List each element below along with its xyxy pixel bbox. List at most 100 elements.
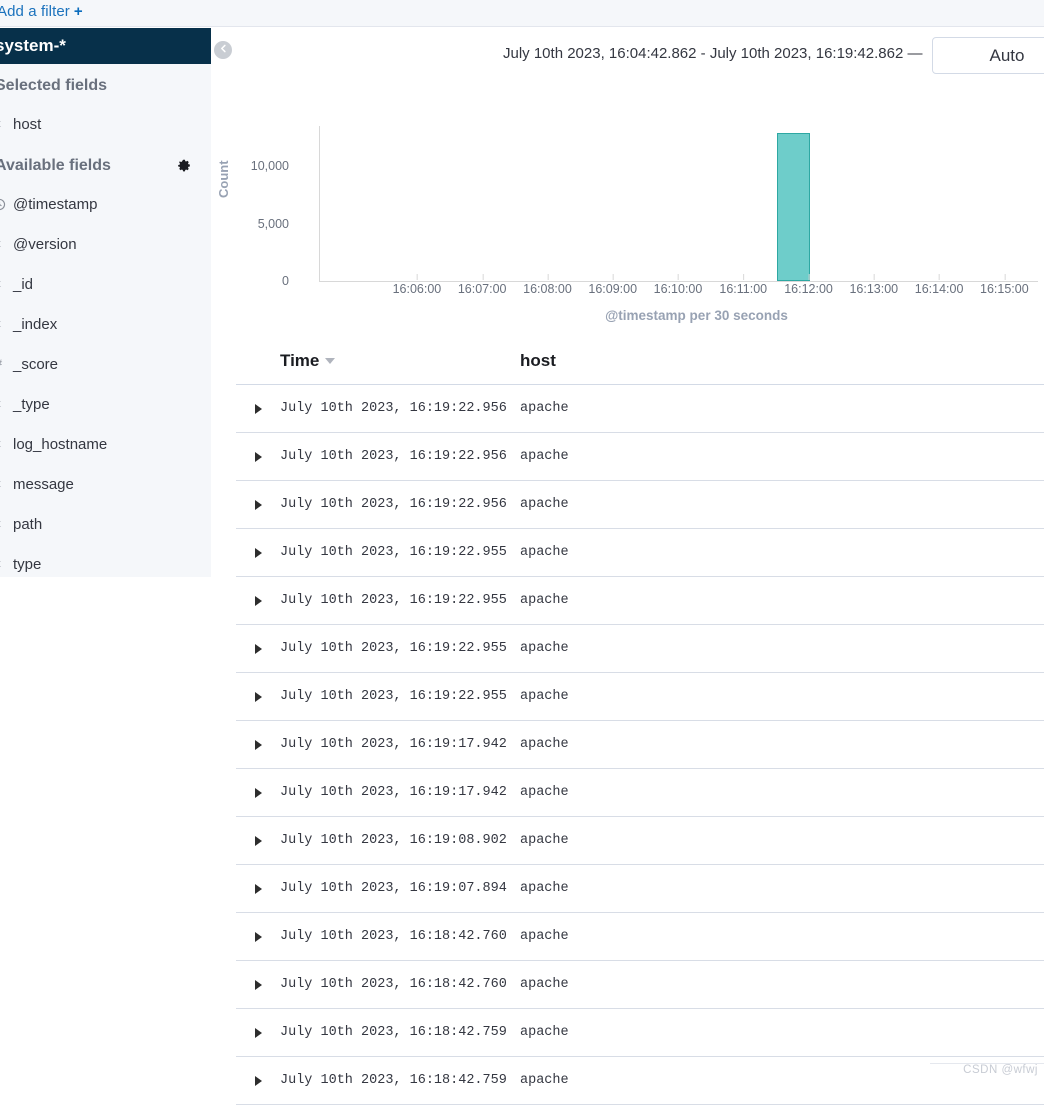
cell-host: apache: [520, 929, 569, 944]
column-header-time[interactable]: Time: [280, 351, 520, 371]
expand-row-caret-icon: [254, 643, 262, 654]
table-row[interactable]: July 10th 2023, 16:18:42.760 apache: [236, 913, 1044, 961]
available-fields-header: Available fields: [0, 144, 211, 184]
table-row[interactable]: July 10th 2023, 16:19:22.955 apache: [236, 625, 1044, 673]
expand-row-caret-icon: [254, 1027, 262, 1038]
cell-time: July 10th 2023, 16:19:22.955: [280, 545, 507, 560]
table-row[interactable]: July 10th 2023, 16:19:17.942 apache: [236, 721, 1044, 769]
expand-row-button[interactable]: [236, 451, 280, 462]
field-name: _score: [13, 355, 59, 373]
table-row[interactable]: July 10th 2023, 16:19:22.955 apache: [236, 529, 1044, 577]
selected-fields-header: Selected fields: [0, 64, 211, 104]
text-field-icon: t: [0, 238, 7, 250]
cell-host: apache: [520, 881, 569, 896]
gear-icon[interactable]: [177, 159, 191, 173]
time-range-label[interactable]: July 10th 2023, 16:04:42.862 - July 10th…: [503, 45, 922, 62]
cell-host: apache: [520, 593, 569, 608]
x-axis-tick-label: 16:15:00: [980, 274, 1029, 296]
text-field-icon: t: [0, 478, 7, 490]
expand-row-button[interactable]: [236, 979, 280, 990]
table-row[interactable]: July 10th 2023, 16:19:22.956 apache: [236, 385, 1044, 433]
text-field-icon: t: [0, 318, 7, 330]
plus-icon: +: [73, 3, 83, 20]
expand-row-button[interactable]: [236, 499, 280, 510]
expand-row-caret-icon: [254, 403, 262, 414]
field-item-log-hostname[interactable]: t log_hostname: [0, 424, 211, 464]
field-item-host[interactable]: t host: [0, 104, 211, 144]
expand-row-button[interactable]: [236, 643, 280, 654]
table-row[interactable]: July 10th 2023, 16:18:42.759 apache: [236, 1057, 1044, 1105]
expand-row-button[interactable]: [236, 883, 280, 894]
index-pattern-selector[interactable]: system-*: [0, 28, 211, 64]
selected-fields-list: t host: [0, 104, 211, 144]
cell-time: July 10th 2023, 16:19:22.955: [280, 593, 507, 608]
field-name: _type: [13, 395, 50, 413]
field-item-id[interactable]: t _id: [0, 264, 211, 304]
chart-plot-area[interactable]: [319, 126, 1038, 282]
document-table: Time host July 10th 2023, 16:19:22.956 ap…: [236, 338, 1044, 1105]
field-name: @version: [13, 235, 77, 253]
text-field-icon: t: [0, 398, 7, 410]
table-row[interactable]: July 10th 2023, 16:19:17.942 apache: [236, 769, 1044, 817]
cell-host: apache: [520, 689, 569, 704]
expand-row-caret-icon: [254, 787, 262, 798]
y-axis-tick-label: 5,000: [257, 216, 289, 231]
table-row[interactable]: July 10th 2023, 16:19:22.955 apache: [236, 577, 1044, 625]
interval-select[interactable]: Auto: [932, 37, 1044, 74]
field-item-path[interactable]: t path: [0, 504, 211, 544]
field-name: type: [13, 555, 42, 573]
table-row[interactable]: July 10th 2023, 16:19:08.902 apache: [236, 817, 1044, 865]
expand-row-caret-icon: [254, 883, 262, 894]
table-row[interactable]: July 10th 2023, 16:19:22.956 apache: [236, 481, 1044, 529]
selected-fields-label: Selected fields: [0, 77, 108, 94]
field-name: _id: [13, 275, 34, 293]
cell-time: July 10th 2023, 16:19:17.942: [280, 785, 507, 800]
expand-row-caret-icon: [254, 595, 262, 606]
sort-desc-caret-icon[interactable]: [325, 358, 336, 364]
field-item-score[interactable]: # _score: [0, 344, 211, 384]
discover-main-panel: July 10th 2023, 16:04:42.862 - July 10th…: [211, 28, 1044, 1105]
expand-row-button[interactable]: [236, 835, 280, 846]
expand-row-button[interactable]: [236, 931, 280, 942]
expand-row-button[interactable]: [236, 1075, 280, 1086]
available-fields-label: Available fields: [0, 157, 111, 174]
table-row[interactable]: July 10th 2023, 16:18:42.759 apache: [236, 1009, 1044, 1057]
table-row[interactable]: July 10th 2023, 16:18:42.760 apache: [236, 961, 1044, 1009]
cell-time: July 10th 2023, 16:19:07.894: [280, 881, 507, 896]
expand-row-button[interactable]: [236, 691, 280, 702]
y-axis-ticks: 0 5,000 10,000: [229, 126, 289, 288]
expand-row-caret-icon: [254, 739, 262, 750]
index-pattern-title: system-*: [0, 36, 66, 55]
expand-row-caret-icon: [254, 979, 262, 990]
x-axis-tick-label: 16:08:00: [523, 274, 572, 296]
cell-host: apache: [520, 785, 569, 800]
x-axis-tick-label: 16:09:00: [588, 274, 638, 296]
field-item-timestamp[interactable]: @timestamp: [0, 184, 211, 224]
table-row[interactable]: July 10th 2023, 16:19:22.955 apache: [236, 673, 1044, 721]
expand-row-button[interactable]: [236, 1027, 280, 1038]
x-axis-tick-label: 16:14:00: [914, 274, 964, 296]
expand-row-button[interactable]: [236, 403, 280, 414]
cell-host: apache: [520, 545, 569, 560]
x-axis-tick-label: 16:10:00: [653, 274, 703, 296]
expand-row-button[interactable]: [236, 595, 280, 606]
cell-time: July 10th 2023, 16:19:17.942: [280, 737, 507, 752]
cell-host: apache: [520, 833, 569, 848]
field-item-type-meta[interactable]: t _type: [0, 384, 211, 424]
field-item-message[interactable]: t message: [0, 464, 211, 504]
histogram-bar[interactable]: [776, 132, 810, 281]
expand-row-button[interactable]: [236, 547, 280, 558]
field-item-version[interactable]: t @version: [0, 224, 211, 264]
cell-host: apache: [520, 737, 569, 752]
expand-row-button[interactable]: [236, 787, 280, 798]
field-item-index[interactable]: t _index: [0, 304, 211, 344]
table-row[interactable]: July 10th 2023, 16:19:22.956 apache: [236, 433, 1044, 481]
add-filter-button[interactable]: Add a filter +: [0, 3, 83, 20]
collapse-sidebar-button[interactable]: [214, 41, 232, 59]
column-header-host[interactable]: host: [520, 351, 556, 371]
cell-host: apache: [520, 401, 569, 416]
time-range-bar: July 10th 2023, 16:04:42.862 - July 10th…: [211, 28, 1044, 80]
table-row[interactable]: July 10th 2023, 16:19:07.894 apache: [236, 865, 1044, 913]
field-item-type[interactable]: t type: [0, 544, 211, 577]
expand-row-button[interactable]: [236, 739, 280, 750]
